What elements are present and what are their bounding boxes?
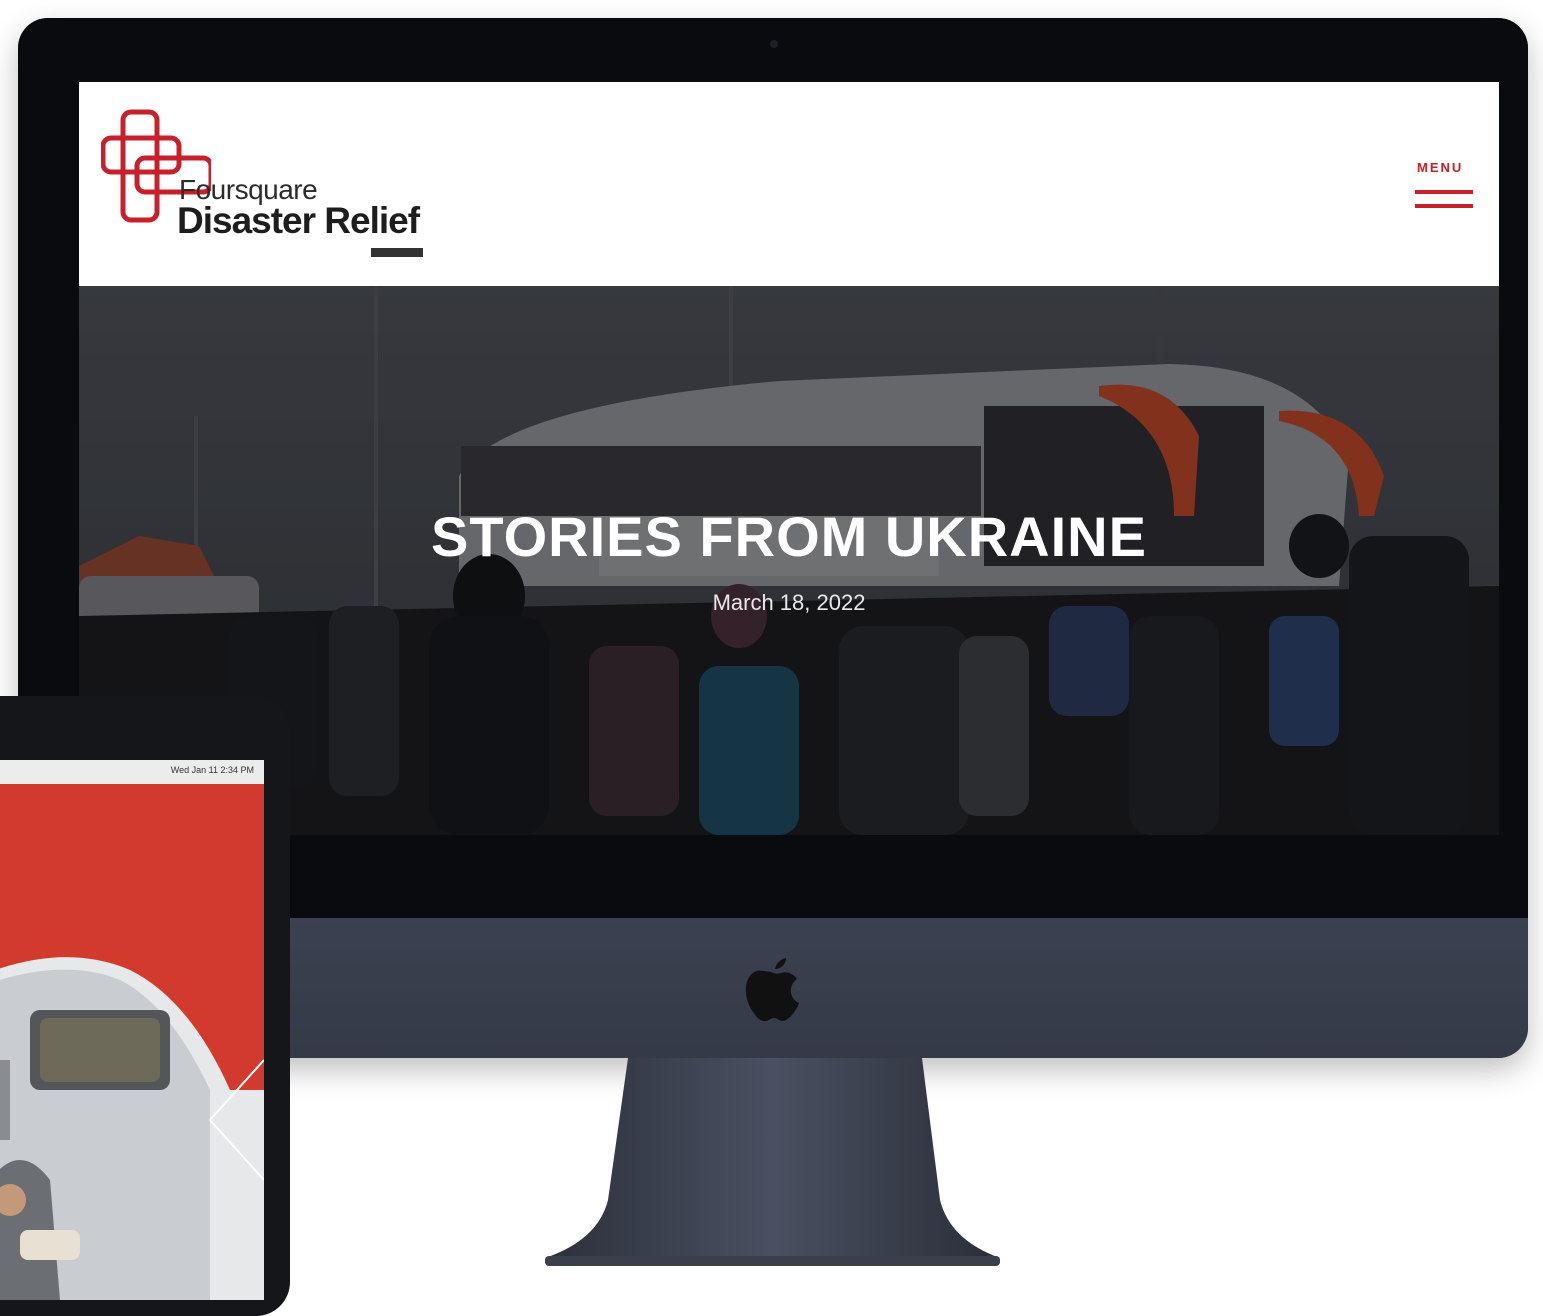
hero-date: March 18, 2022 xyxy=(712,590,866,615)
menu-bar-icon xyxy=(1415,190,1473,194)
tablet-screen: Wed Jan 11 2:34 PM xyxy=(0,760,264,1300)
menu-label: MENU xyxy=(1417,160,1464,175)
camera-icon xyxy=(770,40,778,48)
logo-tag xyxy=(371,248,423,257)
hero-title: STORIES FROM UKRAINE xyxy=(431,505,1147,568)
hero-banner: STORIES FROM UKRAINE March 18, 2022 xyxy=(79,286,1499,835)
logo-text-disaster-relief: Disaster Relief xyxy=(177,200,420,241)
apple-logo-icon xyxy=(745,958,799,1022)
tablet-hero-image xyxy=(0,957,264,1300)
menu-bar-icon xyxy=(1415,204,1473,208)
website-screen: Foursquare Disaster Relief MENU STORIES … xyxy=(79,82,1499,835)
site-header: Foursquare Disaster Relief MENU xyxy=(79,82,1499,286)
menu-button[interactable]: MENU xyxy=(1409,160,1479,220)
